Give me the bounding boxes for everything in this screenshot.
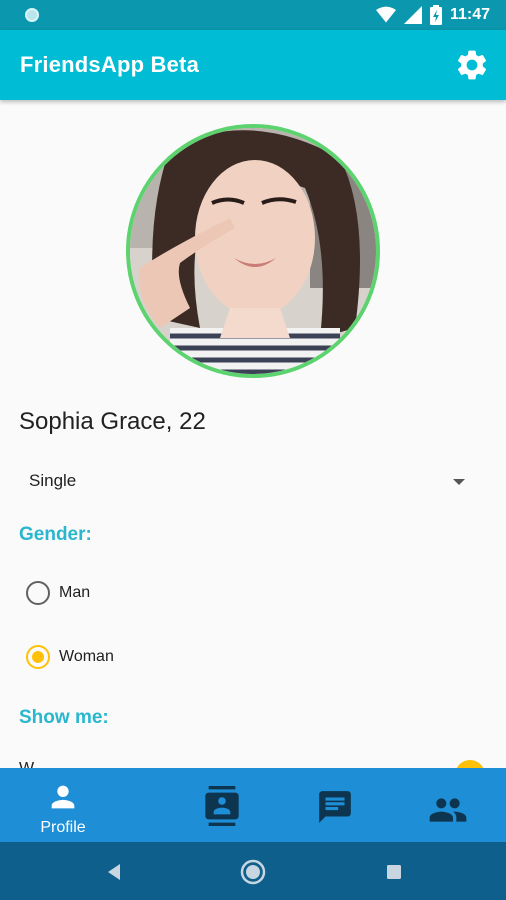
- dropdown-arrow-icon: [453, 479, 465, 485]
- nav-item-profile-label: Profile: [40, 819, 86, 836]
- recents-button[interactable]: [380, 858, 408, 886]
- profile-photo-image: [130, 128, 376, 374]
- profile-content[interactable]: Sophia Grace, 22 Single Gender: Man Woma…: [0, 100, 506, 768]
- bottom-navigation: Profile: [0, 768, 506, 842]
- relationship-status-value: Single: [29, 471, 77, 490]
- nav-item-chat[interactable]: [272, 768, 398, 842]
- notification-dot-icon: [25, 8, 39, 22]
- nav-item-contacts[interactable]: [159, 768, 285, 842]
- nav-item-profile[interactable]: Profile: [0, 768, 126, 842]
- contacts-icon: [205, 786, 239, 826]
- gender-option-woman[interactable]: Woman: [26, 642, 114, 672]
- gender-option-man-label: Man: [59, 584, 91, 601]
- signal-icon: [403, 6, 422, 24]
- home-circle-icon: [240, 859, 266, 885]
- back-triangle-icon: [108, 864, 120, 880]
- gear-icon: [457, 50, 487, 80]
- radio-man[interactable]: [26, 581, 50, 605]
- relationship-status-dropdown[interactable]: Single: [19, 462, 479, 502]
- radio-woman[interactable]: [26, 645, 50, 669]
- show-me-label: Show me:: [19, 707, 109, 728]
- status-bar: 11:47: [0, 0, 506, 30]
- system-navigation-bar: [0, 842, 506, 900]
- settings-button[interactable]: [454, 47, 490, 83]
- home-button[interactable]: [239, 858, 267, 886]
- profile-photo[interactable]: [126, 124, 380, 378]
- app-title: FriendsApp Beta: [20, 52, 200, 77]
- chat-icon: [319, 791, 351, 823]
- back-button[interactable]: [100, 858, 128, 886]
- status-icons: 11:47: [375, 5, 490, 25]
- show-me-option-text: W: [19, 760, 34, 768]
- recents-square-icon: [387, 865, 401, 879]
- nav-item-people[interactable]: [385, 768, 506, 842]
- person-icon: [51, 785, 75, 809]
- gender-option-man[interactable]: Man: [26, 578, 90, 608]
- show-me-toggle[interactable]: [455, 760, 485, 768]
- gender-option-woman-label: Woman: [59, 648, 114, 665]
- people-icon: [429, 798, 467, 822]
- battery-charging-icon: [429, 5, 442, 25]
- wifi-icon: [375, 6, 396, 23]
- app-bar: FriendsApp Beta: [0, 30, 506, 100]
- gender-label: Gender:: [19, 524, 92, 545]
- status-time: 11:47: [449, 6, 490, 23]
- profile-name-age: Sophia Grace, 22: [19, 408, 206, 435]
